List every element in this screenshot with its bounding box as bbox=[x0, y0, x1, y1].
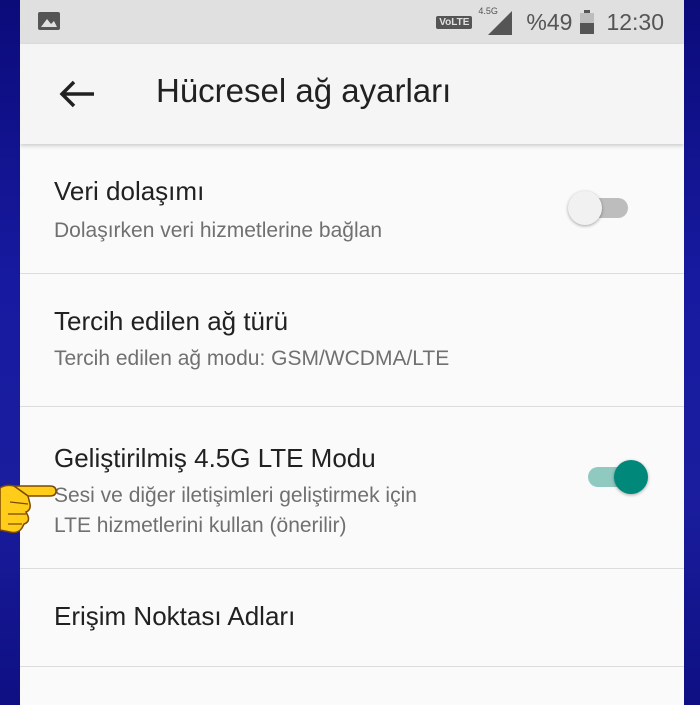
setting-data-roaming[interactable]: Veri dolaşımı Dolaşırken veri hizmetleri… bbox=[20, 144, 684, 274]
setting-title: Tercih edilen ağ türü bbox=[54, 306, 289, 336]
status-bar: VoLTE 4.5G %49 12:30 bbox=[20, 0, 684, 44]
setting-title: Veri dolaşımı bbox=[54, 176, 205, 206]
volte-badge: VoLTE bbox=[436, 15, 473, 29]
setting-summary: Dolaşırken veri hizmetlerine bağlan bbox=[54, 219, 382, 242]
toggle-thumb bbox=[614, 460, 648, 494]
setting-summary: Tercih edilen ağ modu: GSM/WCDMA/LTE bbox=[54, 347, 450, 370]
signal-icon: 4.5G bbox=[478, 6, 513, 35]
pointing-hand-icon bbox=[0, 484, 57, 534]
setting-title: Geliştirilmiş 4.5G LTE Modu bbox=[54, 443, 376, 473]
status-indicators: VoLTE 4.5G %49 12:30 bbox=[436, 0, 664, 44]
setting-enhanced-lte-mode[interactable]: Geliştirilmiş 4.5G LTE Modu Sesi ve diğe… bbox=[20, 407, 684, 569]
phone-screen: VoLTE 4.5G %49 12:30 Hücresel ağ ayarlar… bbox=[20, 0, 684, 705]
settings-list: Veri dolaşımı Dolaşırken veri hizmetleri… bbox=[20, 144, 684, 667]
toggle-thumb bbox=[568, 191, 602, 225]
battery-percent: %49 bbox=[526, 8, 573, 35]
image-icon bbox=[38, 12, 60, 30]
enhanced-lte-toggle[interactable] bbox=[584, 459, 650, 494]
clock: 12:30 bbox=[606, 8, 664, 35]
app-bar: Hücresel ağ ayarları bbox=[20, 44, 684, 144]
setting-title: Erişim Noktası Adları bbox=[54, 601, 296, 631]
data-roaming-toggle[interactable] bbox=[568, 190, 634, 225]
setting-summary: Sesi ve diğer iletişimleri geliştirmek i… bbox=[54, 481, 554, 541]
setting-preferred-network-type[interactable]: Tercih edilen ağ türü Tercih edilen ağ m… bbox=[20, 274, 684, 407]
page-title: Hücresel ağ ayarları bbox=[156, 72, 452, 109]
arrow-back-icon[interactable] bbox=[58, 78, 98, 110]
battery-icon bbox=[580, 10, 595, 34]
setting-access-point-names[interactable]: Erişim Noktası Adları bbox=[20, 569, 684, 667]
summary-line: LTE hizmetlerini kullan (önerilir) bbox=[54, 514, 347, 537]
summary-line: Sesi ve diğer iletişimleri geliştirmek i… bbox=[54, 484, 417, 507]
